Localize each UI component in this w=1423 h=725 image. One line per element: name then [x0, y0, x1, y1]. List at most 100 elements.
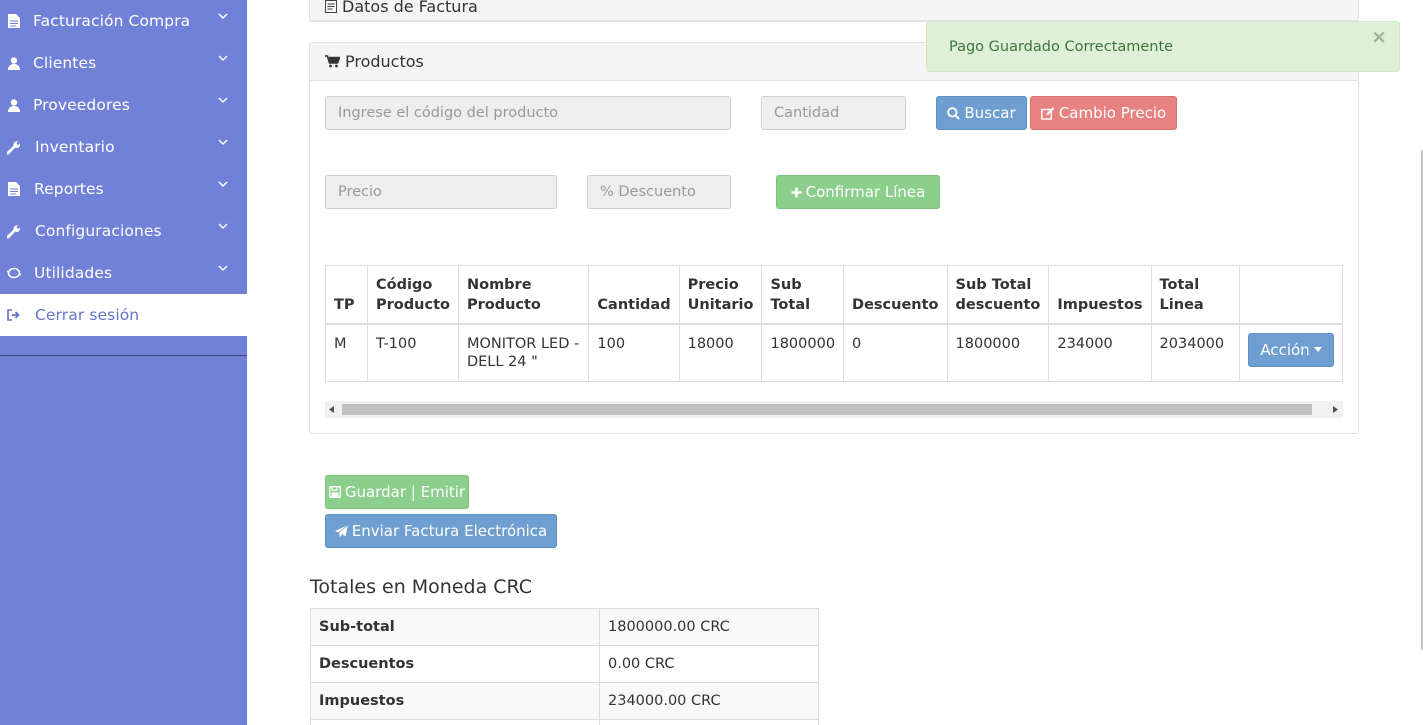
action-dropdown-label: Acción [1260, 340, 1310, 359]
toast-message: Pago Guardado Correctamente [949, 38, 1174, 55]
sidebar-item-label: Facturación Compra [33, 12, 191, 30]
sidebar-item-proveedores[interactable]: Proveedores [0, 84, 247, 126]
user-icon [7, 97, 21, 113]
send-invoice-button[interactable]: Enviar Factura Electrónica [325, 514, 557, 548]
price-input[interactable]: Precio [325, 175, 557, 209]
chevron-down-icon [218, 139, 228, 146]
scroll-right-icon[interactable] [1333, 406, 1338, 413]
column-header [1239, 265, 1343, 325]
table-header-row: TP Código Producto Nombre Producto Canti… [324, 265, 1343, 325]
logout-link[interactable]: Cerrar sesión [0, 294, 247, 336]
send-invoice-button-label: Enviar Factura Electrónica [351, 522, 548, 540]
plus-icon [791, 187, 802, 197]
action-dropdown-button[interactable]: Acción [1248, 332, 1334, 367]
sidebar-divider [0, 355, 247, 356]
panel-productos-title: Productos [345, 52, 424, 71]
totals-label: Impuestos [310, 682, 600, 720]
table-cell: 1800000 [946, 323, 1050, 382]
table-cell: 2034000 [1150, 323, 1241, 382]
column-header: Código Producto [367, 265, 459, 325]
column-header: Descuento [843, 265, 948, 325]
edit-icon [1040, 106, 1055, 120]
product-code-input[interactable]: Ingrese el código del producto [325, 96, 731, 130]
column-header: Total Linea [1150, 265, 1241, 325]
table-cell: 0 [843, 323, 948, 382]
save-emit-button[interactable]: Guardar | Emitir [325, 475, 469, 509]
table-row: M T-100 MONITOR LED - DELL 24 " 100 1800… [324, 323, 1343, 382]
sidebar-item-configuraciones[interactable]: Configuraciones [0, 210, 247, 252]
sidebar-item-label: Proveedores [33, 96, 130, 114]
document-icon [7, 13, 21, 29]
column-header: TP [324, 265, 369, 325]
logout-label: Cerrar sesión [35, 306, 140, 324]
scrollbar-thumb[interactable] [342, 404, 1312, 415]
sidebar-item-label: Clientes [33, 54, 97, 72]
search-button-label: Buscar [964, 104, 1016, 122]
confirm-line-button[interactable]: Confirmar Línea [776, 175, 940, 209]
chevron-down-icon [218, 97, 228, 104]
caret-down-icon [1313, 347, 1322, 352]
sidebar-item-label: Inventario [35, 138, 115, 156]
totals-value: 1800000.00 CRC [599, 608, 819, 646]
table-row: Sub-total 1800000.00 CRC [310, 608, 819, 646]
table-cell: 1800000 [761, 323, 845, 382]
success-toast: Pago Guardado Correctamente × [926, 21, 1400, 72]
totals-value [599, 719, 819, 725]
search-button[interactable]: Buscar [936, 96, 1027, 130]
lemon-icon [7, 265, 21, 281]
close-icon[interactable]: × [1371, 26, 1387, 48]
column-header: Nombre Producto [457, 265, 590, 325]
totals-label: Descuentos [310, 645, 600, 683]
document-icon [7, 181, 21, 197]
table-cell: 234000 [1048, 323, 1152, 382]
quantity-input[interactable]: Cantidad [761, 96, 906, 130]
chevron-down-icon [218, 55, 228, 62]
products-table: TP Código Producto Nombre Producto Canti… [324, 265, 1343, 382]
sidebar-item-clientes[interactable]: Clientes [0, 42, 247, 84]
sidebar-item-reportes[interactable]: Reportes [0, 168, 247, 210]
change-price-button-label: Cambio Precio [1058, 104, 1167, 122]
sidebar-item-utilidades[interactable]: Utilidades [0, 252, 247, 294]
table-row [310, 719, 819, 725]
column-header: Sub Total descuento [946, 265, 1050, 325]
sidebar-item-label: Utilidades [34, 264, 113, 282]
table-cell-action: Acción [1239, 323, 1343, 382]
document-icon [325, 0, 337, 13]
scroll-left-icon[interactable] [329, 406, 334, 413]
table-cell: 100 [588, 323, 680, 382]
chevron-down-icon [218, 181, 228, 188]
totals-label: Sub-total [310, 608, 600, 646]
totals-value: 0.00 CRC [599, 645, 819, 683]
table-horizontal-scrollbar[interactable] [325, 401, 1343, 418]
wrench-icon [7, 223, 21, 239]
sidebar: Facturación Compra Clientes Proveedores … [0, 0, 247, 725]
save-emit-button-label: Guardar | Emitir [344, 483, 466, 501]
panel-datos-factura-header[interactable]: Datos de Factura [310, 0, 1358, 21]
floppy-disk-icon [328, 486, 341, 498]
sidebar-item-label: Configuraciones [35, 222, 162, 240]
table-cell: M [324, 323, 369, 382]
search-icon [947, 106, 961, 120]
panel-datos-factura-title: Datos de Factura [342, 0, 478, 16]
change-price-button[interactable]: Cambio Precio [1030, 96, 1177, 130]
sidebar-item-facturacion-compra[interactable]: Facturación Compra [0, 0, 247, 42]
chevron-down-icon [218, 223, 228, 230]
table-row: Impuestos 234000.00 CRC [310, 682, 819, 720]
discount-input[interactable]: % Descuento [587, 175, 731, 209]
shopping-cart-icon [325, 55, 340, 68]
table-cell: 18000 [678, 323, 763, 382]
totals-label [310, 719, 600, 725]
column-header: Cantidad [588, 265, 680, 325]
totals-title: Totales en Moneda CRC [310, 576, 533, 598]
user-icon [7, 55, 21, 71]
sign-out-icon [7, 307, 21, 323]
column-header: Precio Unitario [678, 265, 763, 325]
sidebar-item-inventario[interactable]: Inventario [0, 126, 247, 168]
panel-datos-factura: Datos de Factura [309, 0, 1359, 22]
table-cell: T-100 [367, 323, 459, 382]
confirm-line-button-label: Confirmar Línea [805, 183, 926, 201]
table-cell: MONITOR LED - DELL 24 " [457, 323, 590, 382]
sidebar-item-label: Reportes [34, 180, 104, 198]
column-header: Impuestos [1048, 265, 1152, 325]
paper-plane-icon [334, 524, 348, 537]
